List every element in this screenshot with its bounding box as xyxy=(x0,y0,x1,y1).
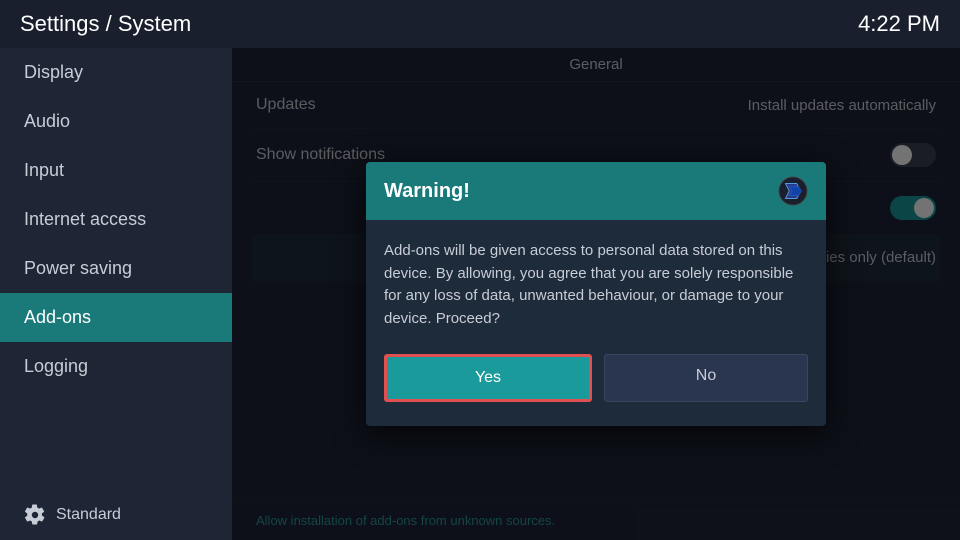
dialog-body: Add-ons will be given access to personal… xyxy=(366,220,826,426)
sidebar-item-power-saving[interactable]: Power saving xyxy=(0,244,232,293)
sidebar-item-internet-access[interactable]: Internet access xyxy=(0,195,232,244)
dialog-overlay: Warning! Add-ons will be given access to… xyxy=(232,48,960,540)
kodi-icon xyxy=(778,176,808,206)
sidebar-item-input[interactable]: Input xyxy=(0,146,232,195)
gear-icon xyxy=(24,504,46,526)
warning-dialog: Warning! Add-ons will be given access to… xyxy=(366,162,826,426)
dialog-title: Warning! xyxy=(384,180,470,203)
main-layout: Display Audio Input Internet access Powe… xyxy=(0,48,960,540)
dialog-header: Warning! xyxy=(366,162,826,220)
content-area: General Updates Install updates automati… xyxy=(232,48,960,540)
sidebar-item-logging[interactable]: Logging xyxy=(0,342,232,391)
no-button[interactable]: No xyxy=(604,354,808,402)
sidebar-item-add-ons[interactable]: Add-ons xyxy=(0,293,232,342)
dialog-buttons: Yes No xyxy=(384,354,808,402)
sidebar: Display Audio Input Internet access Powe… xyxy=(0,48,232,540)
dialog-message: Add-ons will be given access to personal… xyxy=(384,240,808,330)
sidebar-footer: Standard xyxy=(0,490,232,540)
page-title: Settings / System xyxy=(20,11,191,37)
sidebar-item-audio[interactable]: Audio xyxy=(0,97,232,146)
sidebar-footer-label: Standard xyxy=(56,506,121,524)
header: Settings / System 4:22 PM xyxy=(0,0,960,48)
clock: 4:22 PM xyxy=(858,11,940,37)
sidebar-item-display[interactable]: Display xyxy=(0,48,232,97)
yes-button[interactable]: Yes xyxy=(384,354,592,402)
